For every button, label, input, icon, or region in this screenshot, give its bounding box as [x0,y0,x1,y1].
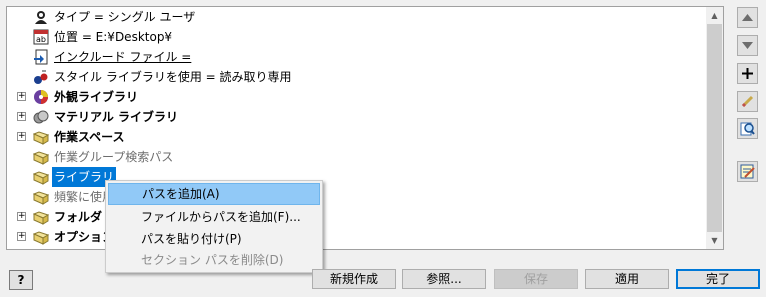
new-button[interactable]: 新規作成 [312,269,396,289]
tree-row-label: 作業グループ検索パス [54,150,174,164]
menu-item-add-path[interactable]: パスを追加(A) [108,183,320,205]
expand-plus-icon[interactable]: + [17,212,26,221]
tree-row-label: 位置 = E:¥Desktop¥ [54,30,173,44]
triangle-up-icon [742,14,753,21]
edit-button[interactable] [737,91,758,112]
tree-row-label: 外観ライブラリ [54,90,139,104]
notepad-icon [740,164,755,179]
tree-row-label: インクルード ファイル = [54,50,192,64]
folder-icon [32,189,50,205]
text-field-icon: ab [33,29,49,45]
scrollbar-thumb[interactable] [707,24,722,232]
include-file-icon [33,49,49,65]
expand-plus-icon[interactable]: + [17,112,26,121]
expand-plus-icon[interactable]: + [17,232,26,241]
apply-button[interactable]: 適用 [585,269,669,289]
tree-row-label: 作業スペース [54,130,125,144]
tree-row-label: スタイル ライブラリを使用 = 読み取り専用 [54,70,292,84]
appearance-library-icon [33,89,49,105]
add-button[interactable] [737,63,758,84]
user-type-icon [33,9,49,25]
save-button: 保存 [494,269,578,289]
folder-icon [32,229,50,245]
done-button[interactable]: 完了 [676,269,760,289]
svg-text:ab: ab [36,35,46,44]
find-button[interactable] [737,118,758,139]
pencil-icon [741,95,754,108]
scroll-down-arrow-icon[interactable]: ▼ [706,232,723,249]
menu-item-paste-path[interactable]: パスを貼り付け(P) [108,228,320,250]
context-menu: パスを追加(A) ファイルからパスを追加(F)... パスを貼り付け(P) セク… [105,180,323,273]
expand-plus-icon[interactable]: + [17,92,26,101]
menu-item-delete-section-path: セクション パスを削除(D) [141,253,284,267]
tree-row-label: タイプ = シングル ユーザ [54,10,196,24]
edit-text-button[interactable] [737,161,758,182]
magnifier-icon [740,122,755,136]
help-button[interactable]: ? [9,270,33,290]
triangle-down-icon [742,42,753,49]
style-library-icon [33,69,49,85]
folder-icon [32,129,50,145]
folder-icon [32,169,50,185]
vertical-scrollbar[interactable]: ▲ ▼ [706,7,723,249]
plus-icon [742,68,753,79]
browse-button[interactable]: 参照... [402,269,486,289]
material-library-icon [33,109,49,125]
tree-row-label: マテリアル ライブラリ [54,110,179,124]
menu-item-add-path-from-file[interactable]: ファイルからパスを追加(F)... [108,206,320,228]
move-down-button[interactable] [737,35,758,56]
folder-icon [32,209,50,225]
scroll-up-arrow-icon[interactable]: ▲ [706,7,723,24]
folder-icon [32,149,50,165]
move-up-button[interactable] [737,7,758,28]
expand-plus-icon[interactable]: + [17,132,26,141]
